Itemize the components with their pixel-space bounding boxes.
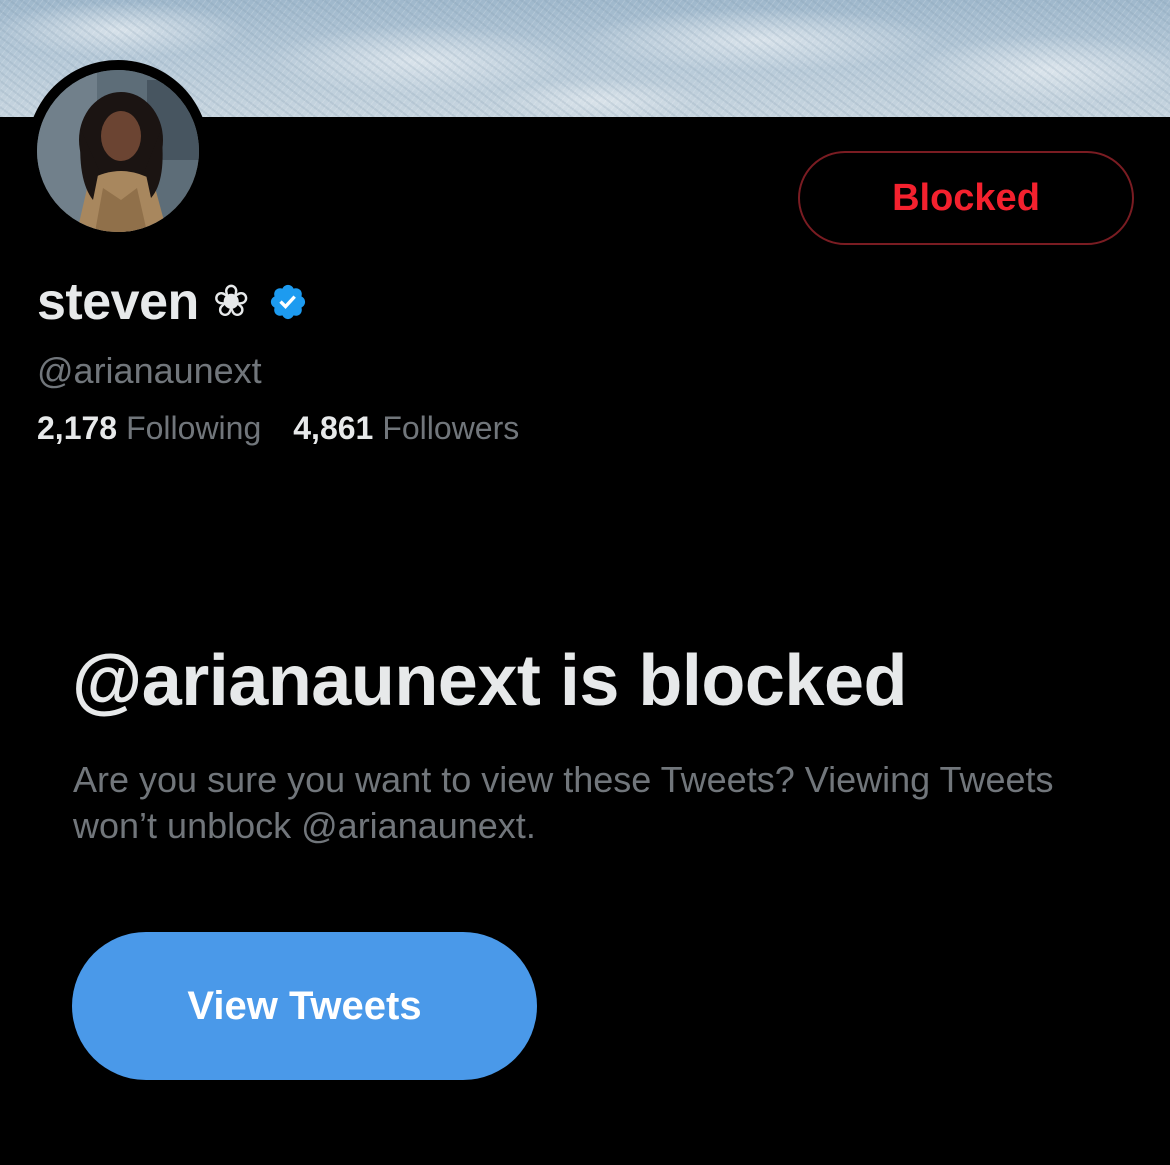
avatar[interactable] [37, 70, 199, 232]
following-count: 2,178 [37, 410, 118, 446]
following-label: Following [126, 410, 262, 446]
followers-stat[interactable]: 4,861 Followers [293, 410, 519, 447]
blocked-notice-description: Are you sure you want to view these Twee… [73, 759, 1054, 846]
view-tweets-button[interactable]: View Tweets [72, 932, 537, 1080]
profile-name-row: steven ❀ [37, 270, 308, 334]
blocked-button[interactable]: Blocked [798, 151, 1134, 245]
profile-stats: 2,178 Following 4,861 Followers [37, 410, 519, 447]
profile-handle: @arianaunext [37, 350, 262, 391]
verified-badge-icon[interactable] [268, 282, 308, 322]
followers-label: Followers [382, 410, 520, 446]
name-flower-emoji: ❀ [212, 276, 250, 327]
display-name: steven [37, 273, 199, 331]
blocked-notice-title: @arianaunext is blocked [72, 641, 908, 721]
following-stat[interactable]: 2,178 Following [37, 410, 261, 447]
avatar-image [37, 70, 199, 232]
followers-count: 4,861 [293, 410, 374, 446]
